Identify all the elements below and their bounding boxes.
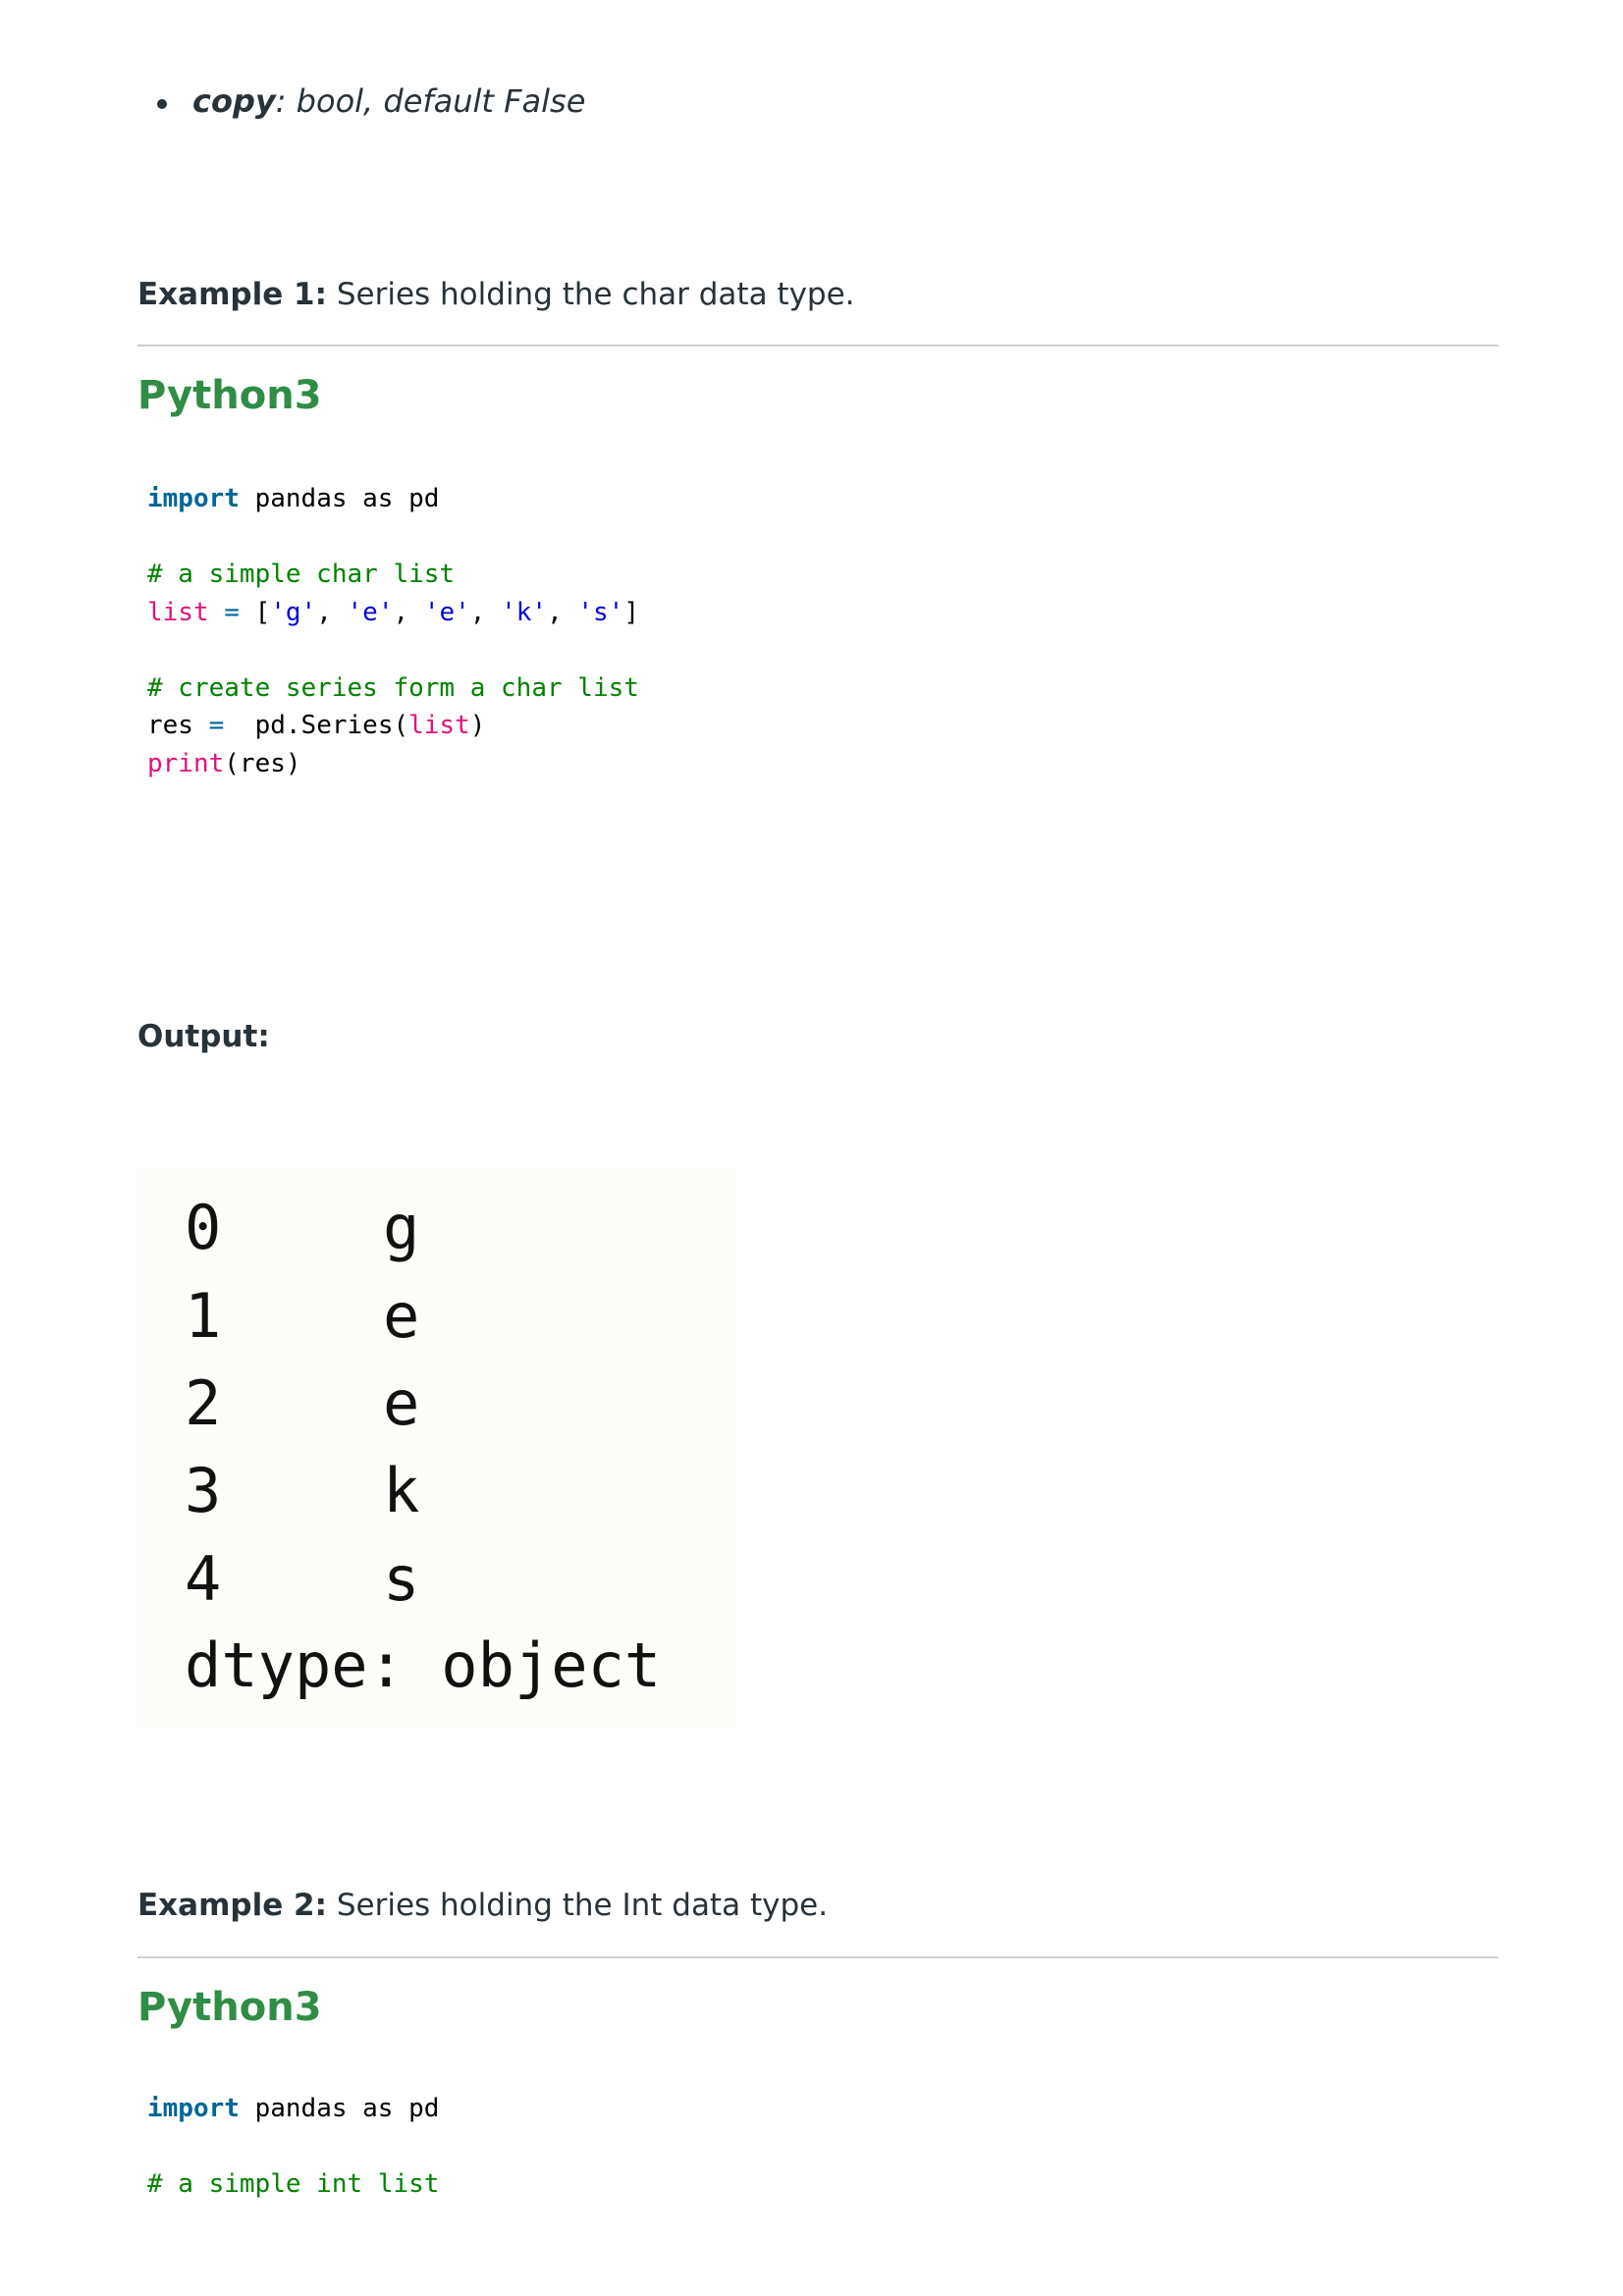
example-2-heading: Example 2: Series holding the Int data t… bbox=[137, 1888, 828, 1923]
output-image: 0 g 1 e 2 e 3 k 4 s dtype: object bbox=[137, 1168, 736, 1728]
code-builtin: print bbox=[147, 748, 225, 778]
output-index: 0 bbox=[185, 1192, 222, 1263]
output-value: s bbox=[383, 1543, 420, 1615]
divider bbox=[137, 1956, 1498, 1958]
code-string: 'e' bbox=[347, 597, 394, 627]
example-text: Series holding the char data type. bbox=[327, 277, 855, 312]
code-block-2: import pandas as pd # a simple int list bbox=[147, 2090, 439, 2204]
code-string: 's' bbox=[577, 597, 624, 627]
code-language-tab[interactable]: Python3 bbox=[137, 373, 322, 418]
divider bbox=[137, 345, 1498, 347]
output-index: 1 bbox=[185, 1280, 222, 1352]
code-text: pandas as pd bbox=[239, 484, 440, 513]
code-text: , bbox=[547, 597, 578, 627]
output-index: 2 bbox=[185, 1367, 222, 1439]
code-operator: = bbox=[192, 711, 240, 740]
example-text: Series holding the Int data type. bbox=[327, 1888, 829, 1923]
example-label: Example 1: bbox=[137, 277, 327, 312]
output-index: 3 bbox=[185, 1455, 222, 1526]
output-value: e bbox=[383, 1367, 420, 1439]
example-1-heading: Example 1: Series holding the char data … bbox=[137, 277, 855, 312]
code-text: ] bbox=[623, 597, 639, 627]
code-text: pd.Series( bbox=[239, 711, 409, 740]
code-comment: # a simple int list bbox=[147, 2169, 440, 2199]
code-keyword: import bbox=[147, 484, 240, 513]
code-builtin: list bbox=[408, 711, 470, 740]
output-value: k bbox=[383, 1455, 420, 1526]
code-block-1: import pandas as pd # a simple char list… bbox=[147, 480, 639, 782]
example-label: Example 2: bbox=[137, 1888, 327, 1923]
code-comment: # create series form a char list bbox=[147, 672, 639, 703]
code-text: (res) bbox=[224, 748, 301, 778]
code-string: 'e' bbox=[423, 597, 470, 627]
output-index: 4 bbox=[185, 1543, 222, 1615]
code-string: 'g' bbox=[270, 597, 317, 627]
code-keyword: import bbox=[147, 2094, 240, 2123]
code-text: , bbox=[469, 597, 502, 627]
code-text: res bbox=[147, 711, 193, 740]
code-comment: # a simple char list bbox=[147, 560, 456, 589]
code-text: [ bbox=[254, 597, 271, 627]
code-text: ) bbox=[469, 711, 486, 740]
code-text: , bbox=[316, 597, 348, 627]
code-language-tab[interactable]: Python3 bbox=[137, 1985, 322, 2030]
code-text: pandas as pd bbox=[239, 2094, 440, 2123]
code-string: 'k' bbox=[501, 597, 548, 627]
code-builtin: list bbox=[147, 597, 209, 627]
code-text: , bbox=[393, 597, 424, 627]
param-desc: : bool, default False bbox=[275, 82, 586, 120]
output-value: g bbox=[383, 1192, 420, 1263]
output-label: Output: bbox=[137, 1019, 270, 1054]
param-name: copy bbox=[192, 82, 276, 120]
param-copy: copy: bool, default False bbox=[156, 82, 586, 120]
code-operator: = bbox=[208, 597, 255, 627]
output-value: e bbox=[383, 1280, 420, 1352]
output-dtype: dtype: object bbox=[185, 1629, 662, 1701]
